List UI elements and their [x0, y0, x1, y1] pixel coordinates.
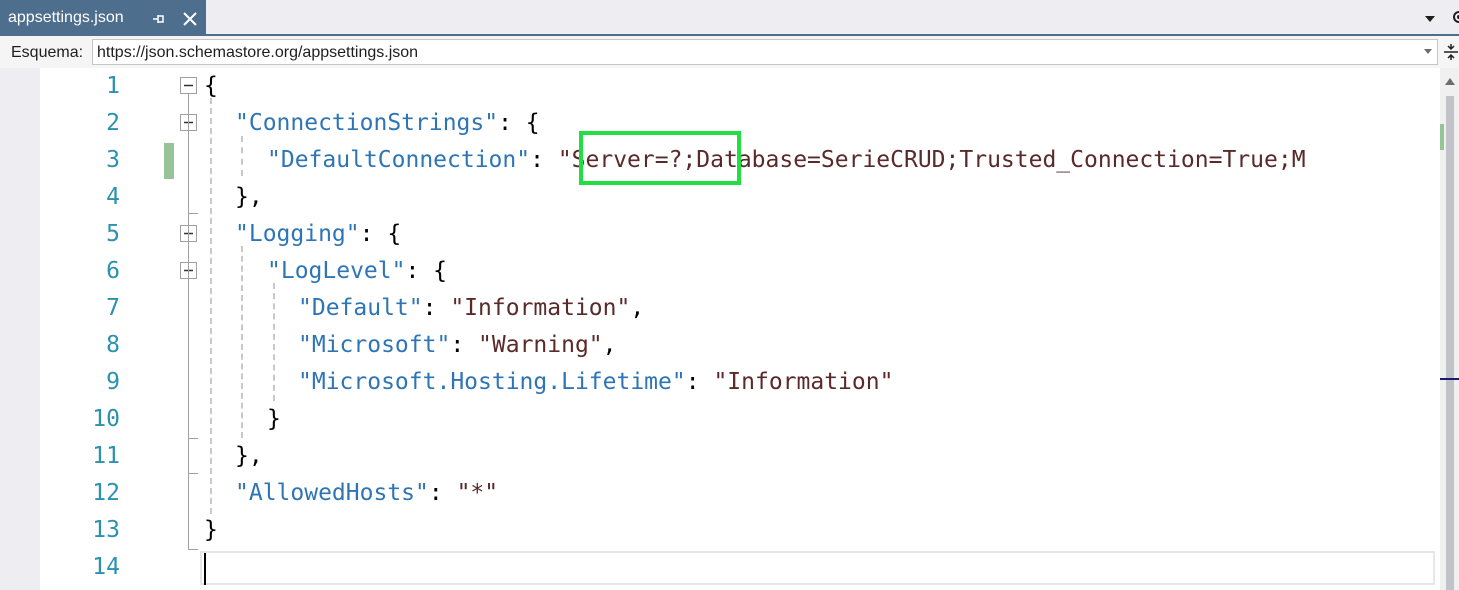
code-line-8: "Microsoft": "Warning", [298, 332, 617, 358]
json-key: "Logging" [235, 221, 360, 247]
scrollbar-change-mark [1440, 124, 1444, 150]
split-window-icon[interactable] [1443, 42, 1459, 62]
line-number: 2 [106, 110, 120, 136]
line-number: 14 [92, 554, 120, 580]
schema-url-combobox[interactable]: https://json.schemastore.org/appsettings… [92, 39, 1438, 65]
code-line-11: }, [235, 443, 263, 469]
json-key: "DefaultConnection" [267, 147, 531, 173]
json-key: "Microsoft" [298, 332, 451, 358]
fold-end [188, 549, 198, 550]
tab-title: appsettings.json [8, 9, 124, 26]
line-number: 10 [92, 406, 120, 432]
fold-end [188, 213, 198, 214]
document-tab-strip: appsettings.json [0, 0, 1459, 36]
pin-icon[interactable] [152, 12, 166, 26]
editor-left-margin [0, 68, 40, 590]
line-number: 8 [106, 332, 120, 358]
json-key: "AllowedHosts" [235, 480, 429, 506]
vertical-scrollbar[interactable] [1440, 68, 1459, 590]
annotation-highlight-box [579, 131, 741, 185]
scroll-up-icon[interactable] [1444, 76, 1456, 86]
schema-bar: Esquema: https://json.schemastore.org/ap… [0, 36, 1459, 68]
code-line-9: "Microsoft.Hosting.Lifetime": "Informati… [298, 369, 894, 395]
code-line-12: "AllowedHosts": "*" [235, 480, 499, 506]
code-line-13: } [204, 517, 218, 543]
scrollbar-thumb[interactable] [1446, 96, 1454, 590]
current-line-highlight [200, 551, 1435, 585]
change-marker [164, 143, 174, 179]
json-key: "Default" [298, 295, 423, 321]
json-string-value: "Warning" [478, 332, 603, 358]
json-string-value: "*" [456, 480, 499, 506]
json-string-value: "Information" [713, 369, 894, 395]
chevron-down-icon[interactable] [1423, 48, 1433, 56]
json-key: "ConnectionStrings" [235, 110, 499, 136]
line-number: 3 [106, 147, 120, 173]
text-caret [204, 553, 206, 585]
code-editor[interactable]: 1 2 3 4 5 6 7 8 9 10 11 12 13 14 { "Conn… [0, 68, 1459, 590]
fold-line [188, 94, 189, 549]
code-line-10: } [267, 406, 281, 432]
schema-url-value: https://json.schemastore.org/appsettings… [97, 44, 419, 61]
indent-guide [210, 98, 212, 514]
tab-list-dropdown-icon[interactable] [1424, 13, 1436, 25]
fold-end [188, 473, 198, 474]
code-line-4: }, [235, 184, 263, 210]
code-line-7: "Default": "Information", [298, 295, 645, 321]
line-number: 1 [106, 73, 120, 99]
line-number: 12 [92, 480, 120, 506]
code-line-2: "ConnectionStrings": { [235, 110, 540, 136]
line-number: 7 [106, 295, 120, 321]
code-line-6: "LogLevel": { [267, 258, 448, 284]
scrollbar-caret-mark [1440, 378, 1459, 380]
json-key: "LogLevel" [267, 258, 406, 284]
line-number: 4 [106, 184, 120, 210]
json-key: "Microsoft.Hosting.Lifetime" [298, 369, 686, 395]
json-string-value: "Information" [450, 295, 631, 321]
schema-label: Esquema: [11, 44, 84, 61]
line-number: 6 [106, 258, 120, 284]
line-number: 9 [106, 369, 120, 395]
code-line-5: "Logging": { [235, 221, 402, 247]
line-number: 11 [92, 443, 120, 469]
code-line-1: { [204, 73, 218, 99]
indent-guide [241, 136, 243, 176]
fold-end [188, 438, 198, 439]
indent-guide [273, 283, 275, 401]
close-icon[interactable] [182, 11, 198, 27]
tab-appsettings-json[interactable]: appsettings.json [0, 0, 206, 36]
collapse-icon[interactable] [180, 77, 197, 94]
line-number: 13 [92, 517, 120, 543]
gear-icon[interactable] [1448, 9, 1459, 25]
code-line-3: "DefaultConnection": "Server=?;Database=… [267, 147, 1306, 173]
line-number: 5 [106, 221, 120, 247]
indent-guide [241, 246, 243, 438]
